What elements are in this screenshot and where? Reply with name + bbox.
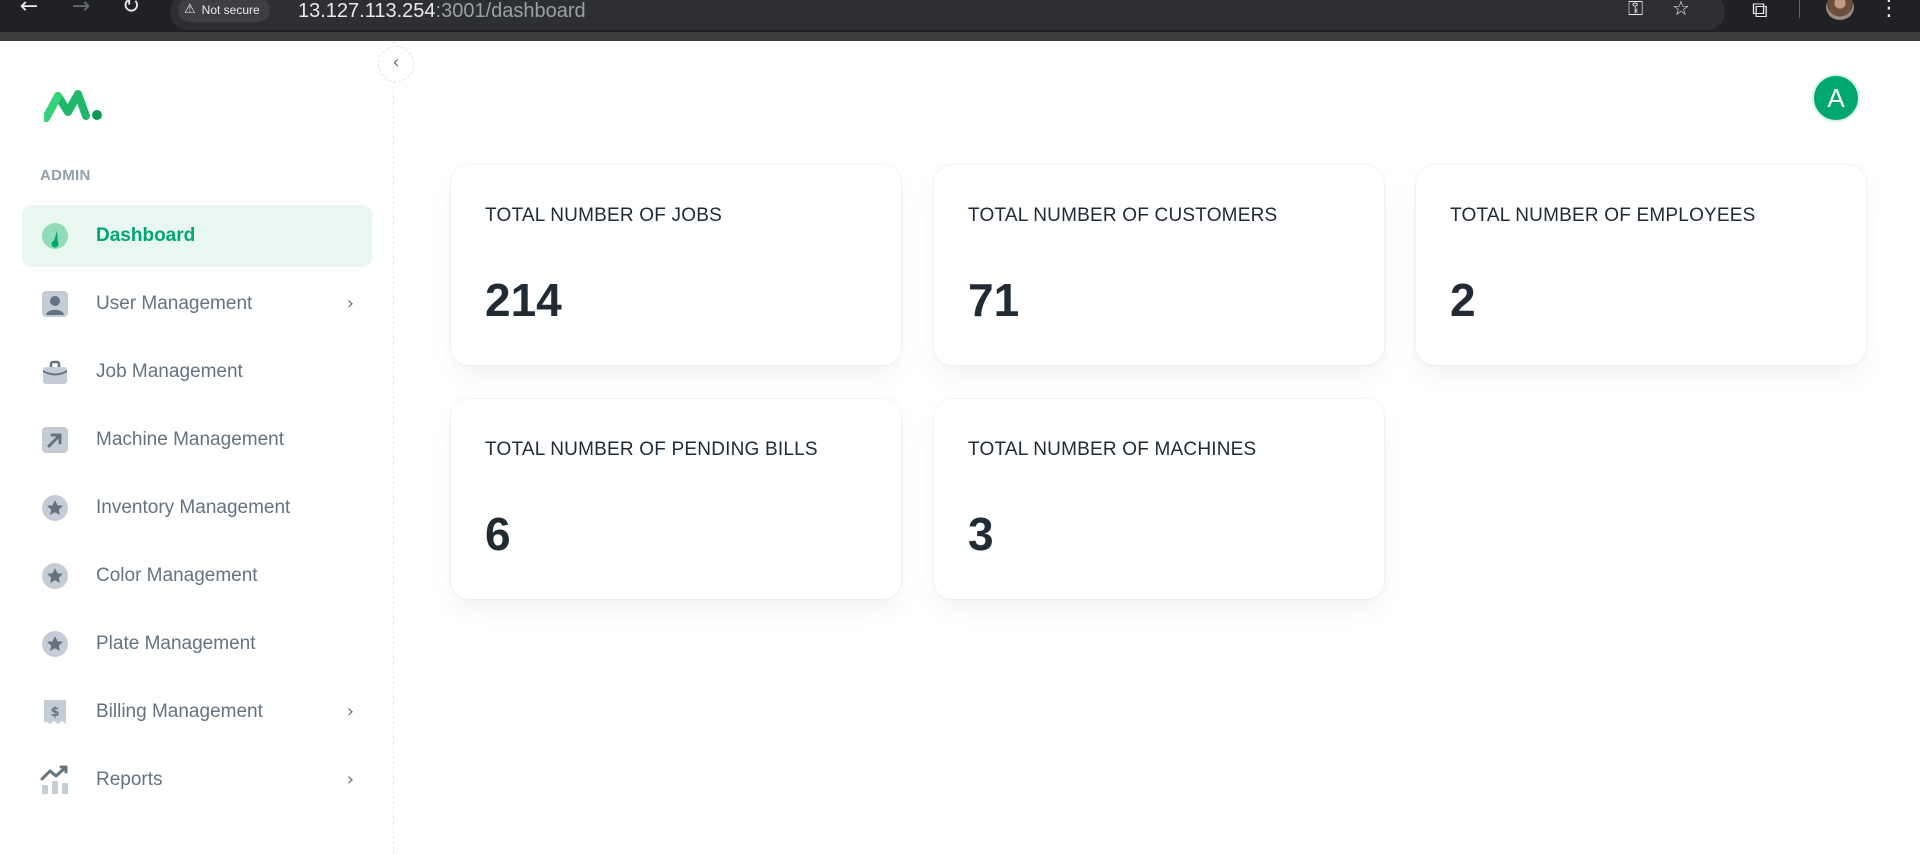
stat-label: TOTAL NUMBER OF JOBS xyxy=(485,205,722,226)
star-icon xyxy=(40,629,70,659)
forward-arrow-icon[interactable]: → xyxy=(66,0,96,20)
stat-label: TOTAL NUMBER OF MACHINES xyxy=(968,439,1257,460)
stat-card-machines: TOTAL NUMBER OF MACHINES 3 xyxy=(934,399,1384,599)
browser-menu-icon[interactable]: ⋮ xyxy=(1878,0,1900,21)
extensions-puzzle-icon[interactable]: ⧉ xyxy=(1752,0,1768,23)
stat-value: 71 xyxy=(968,274,1020,326)
svg-text:$: $ xyxy=(50,705,59,720)
chevron-right-icon: › xyxy=(346,293,354,314)
stat-card-employees: TOTAL NUMBER OF EMPLOYEES 2 xyxy=(1416,165,1866,365)
warning-triangle-icon: ⚠ xyxy=(184,2,196,17)
sidebar-item-label: Billing Management xyxy=(96,701,263,722)
sidebar-item-billing-management[interactable]: $ Billing Management › xyxy=(22,681,372,743)
sidebar-item-label: Plate Management xyxy=(96,633,256,654)
stat-label: TOTAL NUMBER OF PENDING BILLS xyxy=(485,439,818,460)
collapse-sidebar-button[interactable]: ‹ xyxy=(378,46,414,82)
avatar[interactable]: A xyxy=(1812,74,1860,122)
stat-value: 214 xyxy=(485,274,562,326)
sidebar-item-label: Color Management xyxy=(96,565,258,586)
stat-card-customers: TOTAL NUMBER OF CUSTOMERS 71 xyxy=(934,165,1384,365)
browser-profile-avatar[interactable] xyxy=(1826,0,1854,20)
stat-card-pending-bills: TOTAL NUMBER OF PENDING BILLS 6 xyxy=(451,399,901,599)
stat-label: TOTAL NUMBER OF CUSTOMERS xyxy=(968,205,1278,226)
url-path: :3001/dashboard xyxy=(435,0,586,22)
bookmark-star-icon[interactable]: ☆ xyxy=(1672,0,1690,20)
chevron-right-icon: › xyxy=(346,701,354,722)
app-logo[interactable] xyxy=(44,86,104,122)
reload-icon[interactable]: ↻ xyxy=(116,0,146,20)
sidebar-item-label: Reports xyxy=(96,769,163,790)
star-icon xyxy=(40,561,70,591)
sidebar-item-label: Machine Management xyxy=(96,429,284,450)
stat-card-jobs: TOTAL NUMBER OF JOBS 214 xyxy=(451,165,901,365)
back-arrow-icon[interactable]: ← xyxy=(14,0,44,20)
invoice-dollar-icon: $ xyxy=(40,697,70,727)
sidebar: ADMIN Dashboard User Management › Job Ma… xyxy=(0,41,394,854)
url-text[interactable]: 13.127.113.254:3001/dashboard xyxy=(298,0,586,23)
briefcase-icon xyxy=(40,357,70,387)
sidebar-item-machine-management[interactable]: Machine Management xyxy=(22,409,372,471)
sidebar-item-inventory-management[interactable]: Inventory Management xyxy=(22,477,372,539)
sidebar-item-reports[interactable]: Reports › xyxy=(22,749,372,811)
star-icon xyxy=(40,493,70,523)
sidebar-item-color-management[interactable]: Color Management xyxy=(22,545,372,607)
sidebar-item-plate-management[interactable]: Plate Management xyxy=(22,613,372,675)
sidebar-item-job-management[interactable]: Job Management xyxy=(22,341,372,403)
stat-label: TOTAL NUMBER OF EMPLOYEES xyxy=(1450,205,1756,226)
section-label-admin: ADMIN xyxy=(40,167,91,184)
stat-value: 3 xyxy=(968,508,994,560)
sidebar-item-label: Dashboard xyxy=(96,225,196,246)
address-bar[interactable]: ⚠ Not secure 13.127.113.254:3001/dashboa… xyxy=(170,0,1725,30)
security-chip-label: Not secure xyxy=(201,3,260,17)
arrow-up-right-icon xyxy=(40,425,70,455)
security-chip[interactable]: ⚠ Not secure xyxy=(178,0,270,22)
sidebar-item-label: Job Management xyxy=(96,361,243,382)
url-host: 13.127.113.254 xyxy=(298,0,436,22)
stat-value: 6 xyxy=(485,508,511,560)
chevron-left-icon: ‹ xyxy=(392,52,400,73)
sidebar-item-dashboard[interactable]: Dashboard xyxy=(22,205,372,267)
dashboard-gauge-icon xyxy=(40,221,70,251)
chart-trend-icon xyxy=(40,765,70,795)
sidebar-nav: Dashboard User Management › Job Manageme… xyxy=(22,205,372,817)
browser-toolbar: ← → ↻ ⚠ Not secure 13.127.113.254:3001/d… xyxy=(0,0,1920,41)
sidebar-item-label: User Management xyxy=(96,293,253,314)
sidebar-item-label: Inventory Management xyxy=(96,497,291,518)
toolbar-bottom-strip xyxy=(0,32,1920,41)
chevron-right-icon: › xyxy=(346,769,354,790)
sidebar-item-user-management[interactable]: User Management › xyxy=(22,273,372,335)
stat-value: 2 xyxy=(1450,274,1476,326)
user-icon xyxy=(40,289,70,319)
password-key-icon[interactable]: ⚿ xyxy=(1628,0,1643,20)
toolbar-divider xyxy=(1799,0,1800,18)
